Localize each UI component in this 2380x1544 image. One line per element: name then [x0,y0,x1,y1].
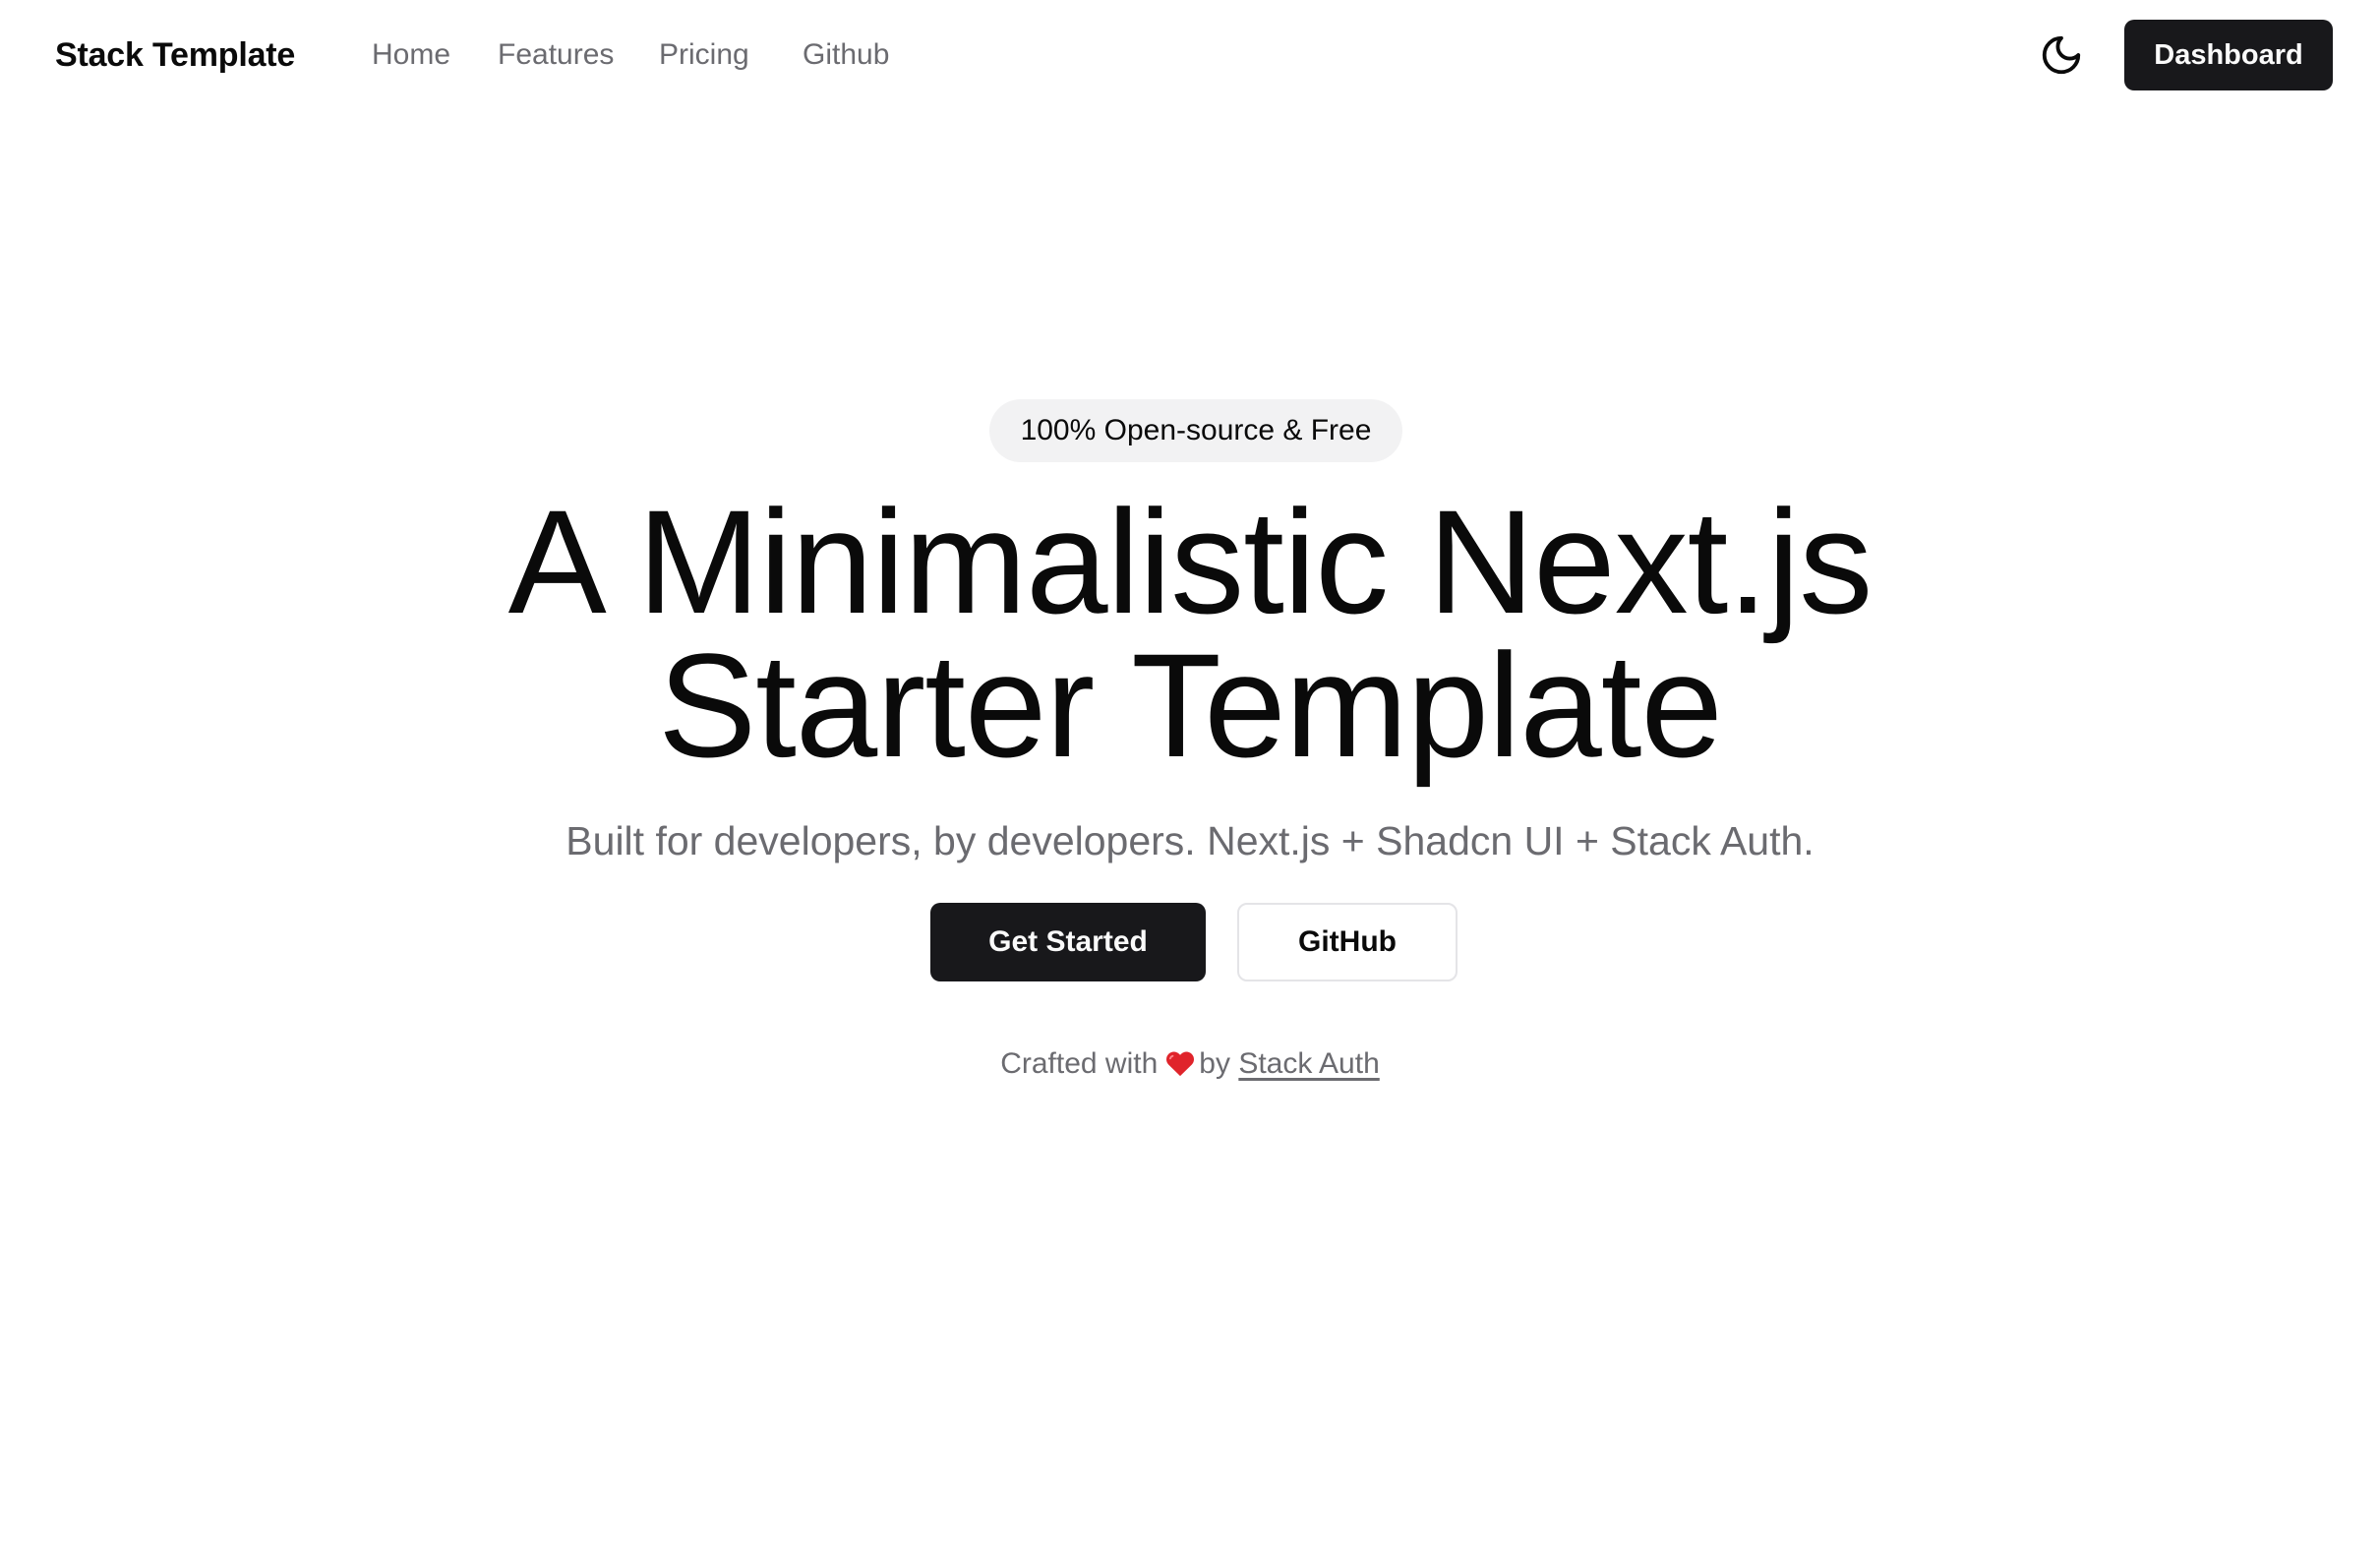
dashboard-button[interactable]: Dashboard [2124,20,2333,90]
site-header: Stack Template Home Features Pricing Git… [0,0,2380,110]
crafted-prefix: Crafted with [1000,1047,1159,1080]
get-started-button[interactable]: Get Started [930,903,1206,981]
heart-icon [1166,1051,1195,1077]
stack-auth-link[interactable]: Stack Auth [1238,1047,1379,1080]
crafted-by: by [1199,1047,1230,1080]
nav-link-features[interactable]: Features [498,35,614,75]
crafted-by-line: Crafted with by Stack Auth [797,1044,1583,1084]
hero-subtitle: Built for developers, by developers. Nex… [565,818,1815,863]
open-source-badge: 100% Open-source & Free [989,399,1402,462]
nav-link-pricing[interactable]: Pricing [659,35,749,75]
moon-icon [2042,35,2081,75]
hero-headline-line-1: A Minimalistic Next.js [507,479,1874,644]
hero-headline-line-2: Starter Template [658,623,1723,788]
github-button[interactable]: GitHub [1237,903,1458,981]
hero-headline: A Minimalistic Next.js Starter Template [305,479,2075,788]
theme-toggle-button[interactable] [2034,28,2089,83]
brand-logo[interactable]: Stack Template [55,35,295,75]
nav-link-home[interactable]: Home [372,35,450,75]
nav-link-github[interactable]: Github [803,35,889,75]
